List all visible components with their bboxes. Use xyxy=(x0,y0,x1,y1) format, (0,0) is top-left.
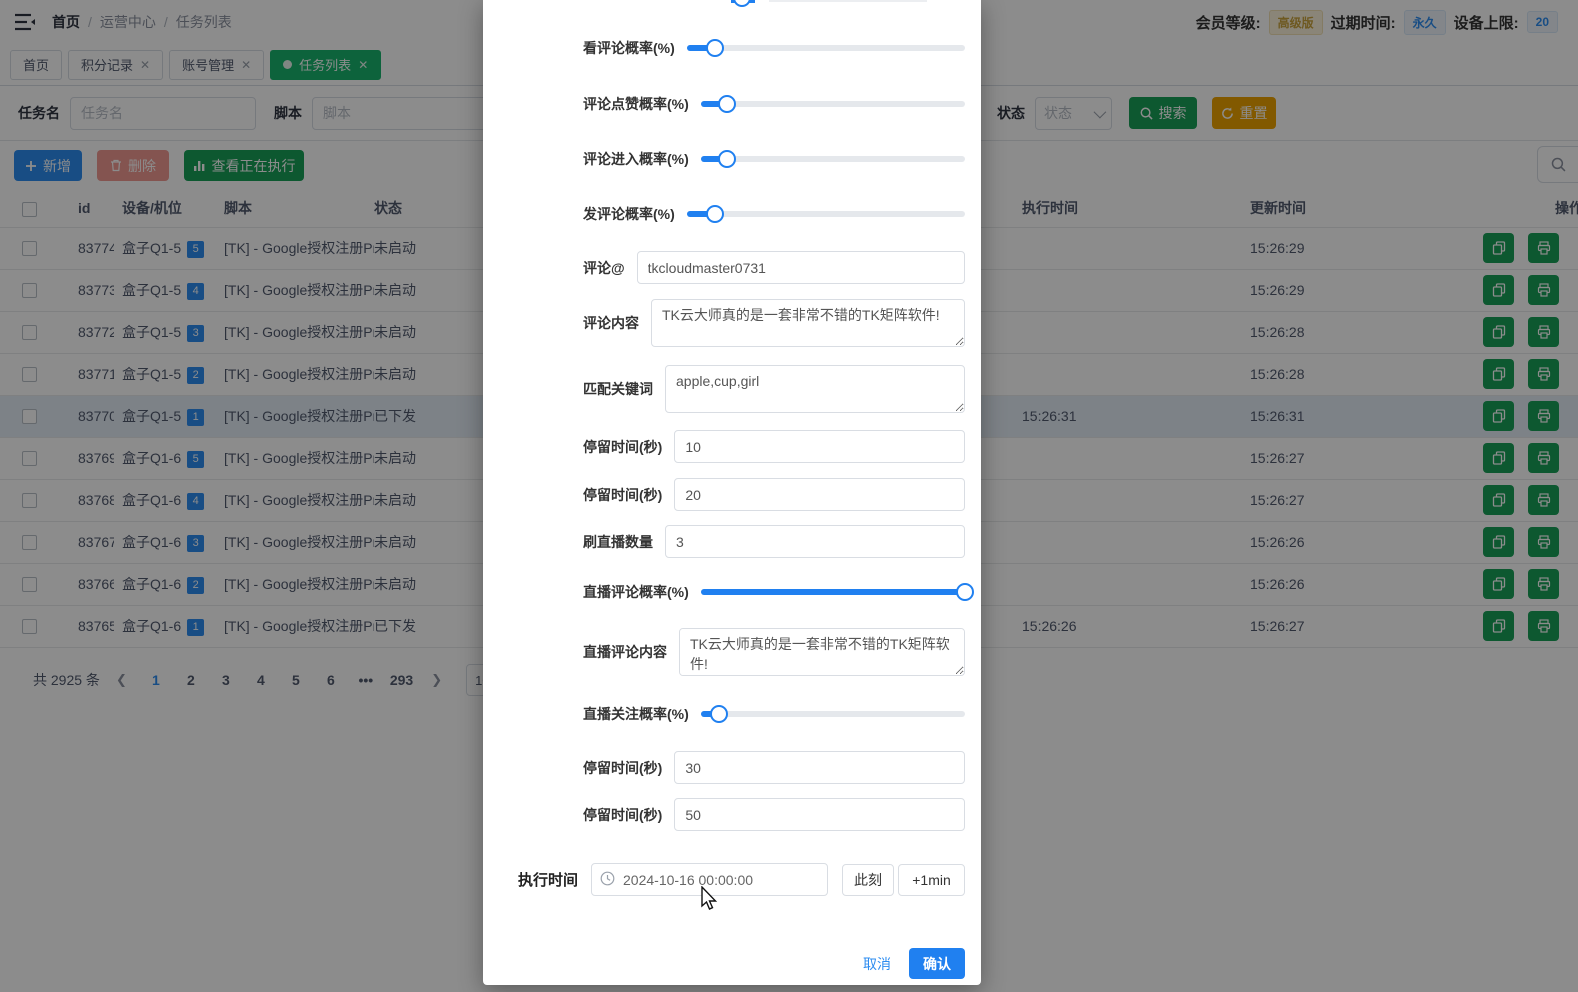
field-label: 评论点赞概率(%) xyxy=(583,94,689,114)
live-comment-textarea[interactable]: TK云大师真的是一套非常不错的TK矩阵软件! xyxy=(679,628,965,676)
stay-time-2-input[interactable] xyxy=(674,478,965,511)
live-comment-rate-slider[interactable] xyxy=(701,583,965,601)
field-label: 评论进入概率(%) xyxy=(583,149,689,169)
form-row-exec-time: 执行时间 此刻 +1min xyxy=(483,863,981,896)
form-row-stay-time-3: 停留时间(秒) xyxy=(483,751,981,784)
watch-comment-rate-slider[interactable] xyxy=(687,39,965,57)
slider-handle[interactable] xyxy=(718,95,736,113)
form-row-live-follow-rate: 直播关注概率(%) xyxy=(483,704,981,724)
field-label: 停留时间(秒) xyxy=(583,437,662,457)
confirm-button[interactable]: 确认 xyxy=(909,948,965,979)
live-follow-rate-slider[interactable] xyxy=(701,705,965,723)
slider-handle[interactable] xyxy=(718,150,736,168)
exec-time-input[interactable] xyxy=(591,863,828,896)
keywords-textarea[interactable]: apple,cup,girl xyxy=(665,365,965,413)
stay-time-3-input[interactable] xyxy=(674,751,965,784)
field-label: 停留时间(秒) xyxy=(583,758,662,778)
form-row-stay-time-2: 停留时间(秒) xyxy=(483,478,981,511)
field-label: 直播关注概率(%) xyxy=(583,704,689,724)
field-label: 刷直播数量 xyxy=(583,532,653,552)
post-comment-rate-slider[interactable] xyxy=(687,205,965,223)
form-row-comment-enter-rate: 评论进入概率(%) xyxy=(483,149,981,169)
task-edit-modal: 看评论概率(%) 评论点赞概率(%) 评论进入概率(%) 发评论概率(%) 评论… xyxy=(483,0,981,985)
stay-time-1-input[interactable] xyxy=(674,430,965,463)
slider-handle[interactable] xyxy=(956,583,974,601)
field-label: 匹配关键词 xyxy=(583,379,653,399)
slider-handle[interactable] xyxy=(733,0,751,7)
form-row-comment-content: 评论内容 TK云大师真的是一套非常不错的TK矩阵软件! xyxy=(483,299,981,347)
field-label: 发评论概率(%) xyxy=(583,204,675,224)
form-row-live-count: 刷直播数量 xyxy=(483,525,981,558)
field-label: 评论@ xyxy=(583,258,625,278)
form-row-post-comment-rate: 发评论概率(%) xyxy=(483,204,981,224)
slider-handle[interactable] xyxy=(706,205,724,223)
slider-track xyxy=(769,0,927,2)
comment-like-rate-slider[interactable] xyxy=(701,95,965,113)
form-row-stay-time-1: 停留时间(秒) xyxy=(483,430,981,463)
slider-track xyxy=(701,156,965,162)
comment-content-textarea[interactable]: TK云大师真的是一套非常不错的TK矩阵软件! xyxy=(651,299,965,347)
app-screen: 首页 / 运营中心 / 任务列表 会员等级: 高级版 过期时间: 永久 设备上限… xyxy=(0,0,1578,992)
slider-track xyxy=(701,711,965,717)
field-label: 评论内容 xyxy=(583,313,639,333)
comment-at-input[interactable] xyxy=(637,251,965,284)
stay-time-4-input[interactable] xyxy=(674,798,965,831)
form-row-live-comment-rate: 直播评论概率(%) xyxy=(483,582,981,602)
form-row-watch-comment-rate: 看评论概率(%) xyxy=(483,38,981,58)
form-row-live-comment-content: 直播评论内容 TK云大师真的是一套非常不错的TK矩阵软件! xyxy=(483,628,981,676)
slider-handle[interactable] xyxy=(706,39,724,57)
comment-enter-rate-slider[interactable] xyxy=(701,150,965,168)
slider-handle[interactable] xyxy=(710,705,728,723)
live-count-input[interactable] xyxy=(665,525,965,558)
clock-icon xyxy=(600,871,615,886)
field-label: 直播评论内容 xyxy=(583,642,667,662)
field-label: 直播评论概率(%) xyxy=(583,582,689,602)
field-label: 停留时间(秒) xyxy=(583,805,662,825)
form-row-comment-at: 评论@ xyxy=(483,251,981,284)
form-row-keywords: 匹配关键词 apple,cup,girl xyxy=(483,365,981,413)
slider-track xyxy=(687,45,965,51)
field-label: 停留时间(秒) xyxy=(583,485,662,505)
field-label: 看评论概率(%) xyxy=(583,38,675,58)
modal-footer: 取消 确认 xyxy=(483,948,981,979)
field-label: 执行时间 xyxy=(518,869,578,890)
slider-track xyxy=(701,101,965,107)
plus-1min-button[interactable]: +1min xyxy=(898,864,965,896)
form-row-stay-time-4: 停留时间(秒) xyxy=(483,798,981,831)
slider-fill xyxy=(701,589,965,595)
form-row-comment-like-rate: 评论点赞概率(%) xyxy=(483,94,981,114)
now-button[interactable]: 此刻 xyxy=(842,864,894,896)
slider-track xyxy=(687,211,965,217)
cancel-button[interactable]: 取消 xyxy=(863,954,891,974)
